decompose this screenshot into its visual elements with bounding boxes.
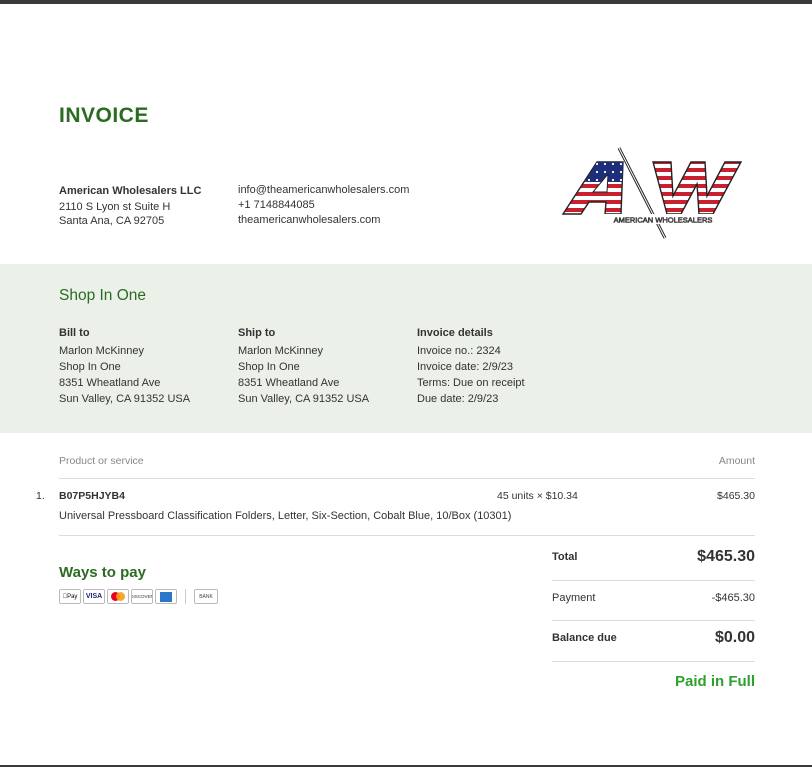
bill-to-line: Sun Valley, CA 91352 USA <box>59 393 191 405</box>
bank-icon: BANK <box>194 589 218 604</box>
invoice-due-date: Due date: 2/9/23 <box>417 393 499 405</box>
bill-to-line: Marlon McKinney <box>59 345 144 357</box>
ways-to-pay-heading: Ways to pay <box>59 564 146 581</box>
company-website: theamericanwholesalers.com <box>238 214 381 226</box>
ship-to-line: Sun Valley, CA 91352 USA <box>238 393 370 405</box>
invoice-details: Invoice details Invoice no.: 2324 Invoic… <box>417 325 525 407</box>
ship-to-line: 8351 Wheatland Ave <box>238 377 340 389</box>
payment-value: -$465.30 <box>711 592 755 604</box>
company-name: American Wholesalers LLC <box>59 185 202 197</box>
line-item-description: Universal Pressboard Classification Fold… <box>59 510 512 522</box>
top-border <box>0 0 812 4</box>
balance-due-value: $0.00 <box>714 629 755 646</box>
payment-label: Payment <box>552 592 596 604</box>
total-divider <box>552 580 755 581</box>
bill-to: Bill to Marlon McKinney Shop In One 8351… <box>59 325 190 407</box>
company-phone: +1 7148844085 <box>238 199 315 211</box>
invoice-details-heading: Invoice details <box>417 327 493 339</box>
bill-to-heading: Bill to <box>59 327 90 339</box>
balance-due-label: Balance due <box>552 632 617 644</box>
invoice-date: Invoice date: 2/9/23 <box>417 361 514 373</box>
company-address-line1: 2110 S Lyon st Suite H <box>59 200 171 213</box>
bill-to-line: 8351 Wheatland Ave <box>59 377 161 389</box>
ship-to-heading: Ship to <box>238 327 276 339</box>
ship-to-line: Shop In One <box>238 361 300 373</box>
items-divider <box>59 535 755 536</box>
payment-divider <box>185 589 186 604</box>
column-header-amount: Amount <box>718 455 755 467</box>
company-address-line2: Santa Ana, CA 92705 <box>59 215 165 227</box>
company-email: info@theamericanwholesalers.com <box>238 184 410 196</box>
discover-icon: DISCOVER <box>131 589 153 604</box>
payment-methods: Pay VISA DISCOVER BANK <box>59 589 218 604</box>
invoice-title: INVOICE <box>59 104 149 127</box>
column-header-product: Product or service <box>59 455 144 467</box>
total-value: $465.30 <box>697 548 755 565</box>
company-info: American Wholesalers LLC 2110 S Lyon st … <box>59 184 201 229</box>
line-item-index: 1. <box>36 490 45 502</box>
amex-icon <box>155 589 177 604</box>
bill-to-line: Shop In One <box>59 361 121 373</box>
ship-to: Ship to Marlon McKinney Shop In One 8351… <box>238 325 369 407</box>
customer-name: Shop In One <box>59 287 147 304</box>
company-contact: info@theamericanwholesalers.com +1 71488… <box>238 183 409 228</box>
apple-pay-icon: Pay <box>59 589 81 604</box>
invoice-number: Invoice no.: 2324 <box>417 345 501 357</box>
payment-divider-line <box>552 620 755 621</box>
paid-status: Paid in Full <box>674 673 755 690</box>
total-label: Total <box>552 551 578 563</box>
header-divider <box>59 478 755 479</box>
line-item-quantity: 45 units × $10.34 <box>497 490 578 502</box>
line-item-sku: B07P5HJYB4 <box>59 490 125 502</box>
company-logo: AMERICAN WHOLESALERS <box>561 147 743 239</box>
invoice-terms: Terms: Due on receipt <box>417 377 525 389</box>
visa-icon: VISA <box>83 589 105 604</box>
mastercard-icon <box>107 589 129 604</box>
balance-divider <box>552 661 755 662</box>
line-item-amount: $465.30 <box>717 490 755 502</box>
logo-tagline: AMERICAN WHOLESALERS <box>614 216 713 225</box>
ship-to-line: Marlon McKinney <box>238 345 323 357</box>
